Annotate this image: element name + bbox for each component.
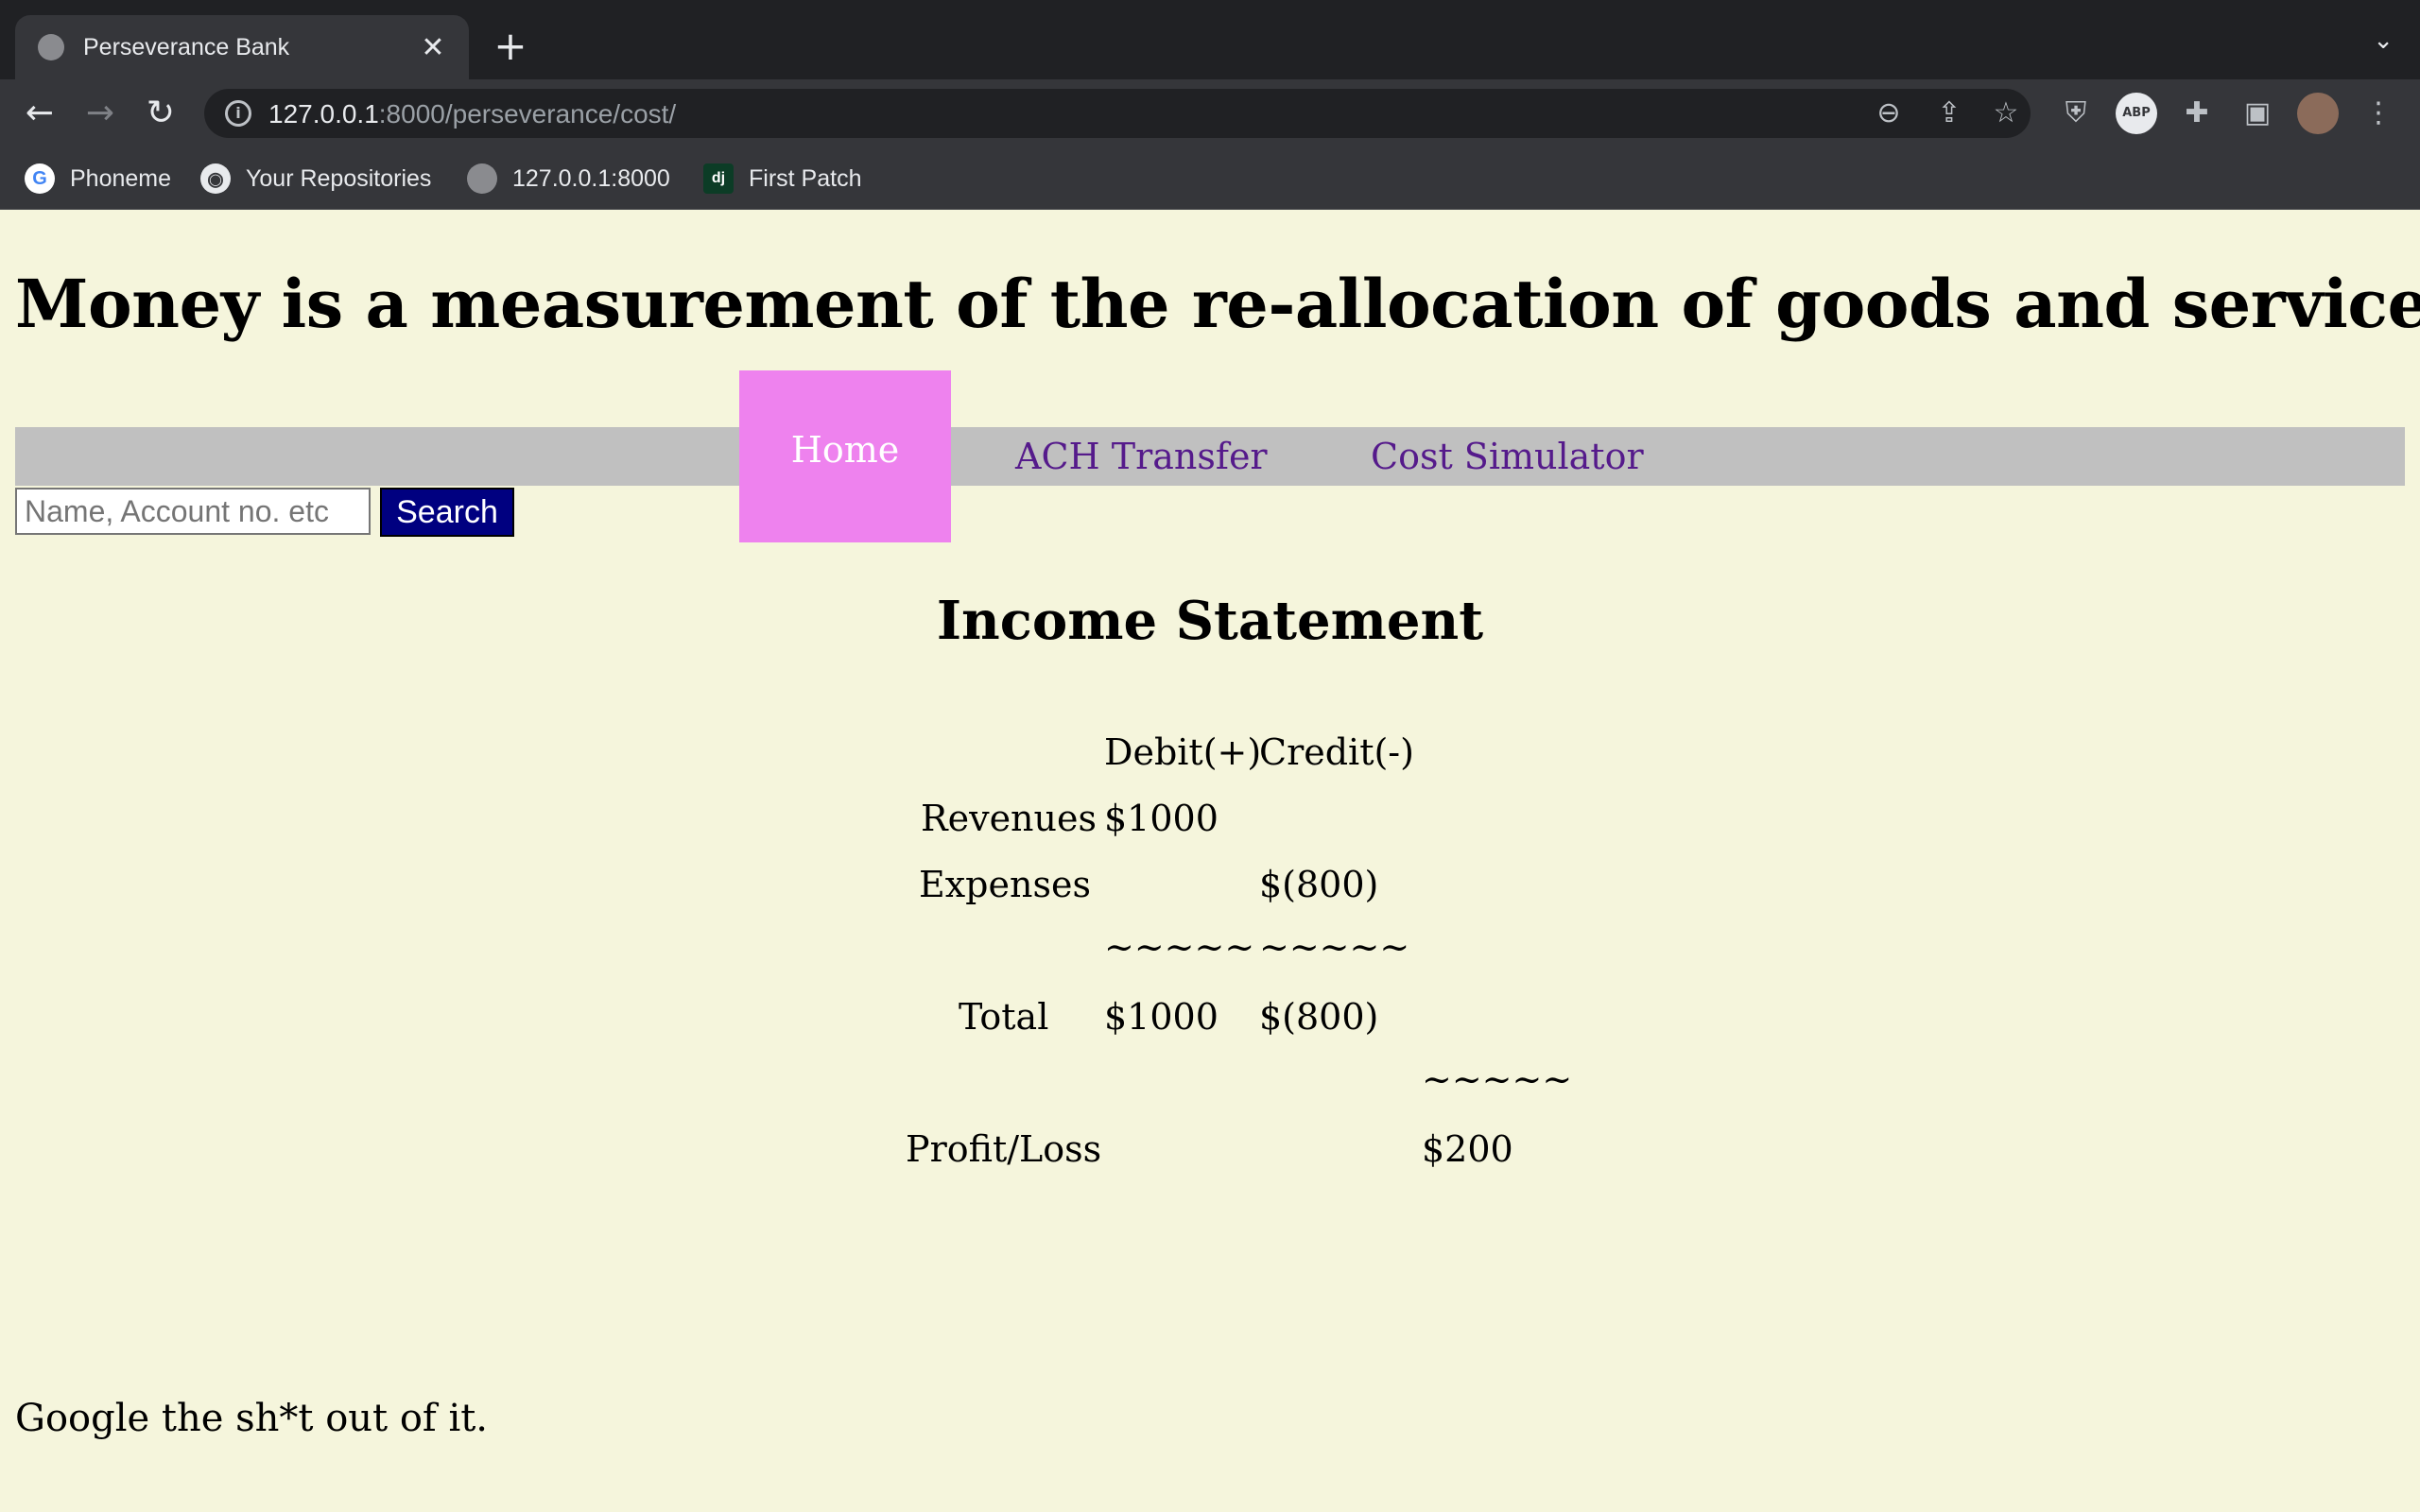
bookmark-label: 127.0.0.1:8000 bbox=[512, 164, 670, 192]
bookmark-first-patch[interactable]: dj First Patch bbox=[703, 161, 861, 197]
bookmarks-bar: G Phoneme ◉ Your Repositories 127.0.0.1:… bbox=[0, 147, 2420, 210]
adblock-icon[interactable]: ABP bbox=[2116, 93, 2157, 134]
globe-icon bbox=[38, 34, 64, 60]
google-icon: G bbox=[25, 163, 55, 194]
new-tab-button[interactable]: + bbox=[492, 23, 529, 70]
page-content: Money is a measurement of the re-allocat… bbox=[0, 210, 2420, 1512]
total-label: Total bbox=[959, 996, 1049, 1038]
debit-separator: ~~~~~ bbox=[1104, 926, 1255, 968]
footer-text: Google the sh*t out of it. bbox=[15, 1397, 489, 1440]
menu-icon[interactable]: ⋮ bbox=[2358, 93, 2399, 134]
tab-title: Perseverance Bank bbox=[83, 33, 290, 60]
close-icon[interactable]: ✕ bbox=[416, 31, 450, 64]
share-icon[interactable]: ⇪ bbox=[1932, 96, 1966, 130]
address-bar[interactable]: i 127.0.0.1:8000/perseverance/cost/ ⊖ ⇪ … bbox=[204, 89, 2031, 138]
bookmark-label: First Patch bbox=[749, 164, 862, 192]
page-headline: Money is a measurement of the re-allocat… bbox=[15, 265, 2420, 343]
bookmark-phoneme[interactable]: G Phoneme bbox=[25, 161, 171, 197]
total-credit: $(800) bbox=[1259, 996, 1379, 1038]
github-icon: ◉ bbox=[200, 163, 231, 194]
extensions-icon[interactable]: ✚ bbox=[2176, 93, 2218, 134]
credit-separator: ~~~~~ bbox=[1259, 926, 1410, 968]
browser-tabstrip: Perseverance Bank ✕ + ⌄ bbox=[0, 0, 2420, 79]
search-button[interactable]: Search bbox=[380, 488, 514, 537]
chevron-down-icon[interactable]: ⌄ bbox=[2373, 26, 2394, 55]
forward-icon[interactable]: → bbox=[79, 93, 121, 134]
bookmark-label: Your Repositories bbox=[246, 164, 432, 192]
statement-title: Income Statement bbox=[936, 590, 1484, 652]
bookmark-label: Phoneme bbox=[70, 164, 172, 192]
debit-header: Debit(+) bbox=[1104, 731, 1262, 773]
nav-home-link[interactable]: Home bbox=[739, 370, 951, 542]
zoom-icon[interactable]: ⊖ bbox=[1872, 96, 1906, 130]
url-text[interactable]: 127.0.0.1:8000/perseverance/cost/ bbox=[268, 99, 676, 129]
expenses-label: Expenses bbox=[919, 864, 1091, 905]
back-icon[interactable]: ← bbox=[19, 93, 60, 134]
star-icon[interactable]: ☆ bbox=[1989, 96, 2023, 130]
reload-icon[interactable]: ↻ bbox=[140, 93, 182, 134]
profit-separator: ~~~~~ bbox=[1422, 1058, 1573, 1100]
profit-loss-label: Profit/Loss bbox=[906, 1128, 1102, 1170]
expenses-credit: $(800) bbox=[1259, 864, 1379, 905]
nav-ach-transfer-link[interactable]: ACH Transfer bbox=[1015, 427, 1268, 486]
total-debit: $1000 bbox=[1104, 996, 1219, 1038]
django-icon: dj bbox=[703, 163, 734, 194]
revenues-label: Revenues bbox=[921, 798, 1097, 839]
bookmark-localhost[interactable]: 127.0.0.1:8000 bbox=[467, 161, 670, 197]
info-icon[interactable]: i bbox=[225, 100, 251, 127]
credit-header: Credit(-) bbox=[1259, 731, 1414, 773]
browser-tab[interactable]: Perseverance Bank ✕ bbox=[15, 15, 469, 79]
profile-avatar[interactable] bbox=[2297, 93, 2339, 134]
bookmark-your-repositories[interactable]: ◉ Your Repositories bbox=[200, 161, 431, 197]
globe-icon bbox=[467, 163, 497, 194]
shield-icon[interactable]: ⛨ bbox=[2055, 93, 2097, 134]
search-input[interactable] bbox=[15, 488, 371, 535]
sidepanel-icon[interactable]: ▣ bbox=[2237, 93, 2278, 134]
revenues-debit: $1000 bbox=[1104, 798, 1219, 839]
profit-loss-value: $200 bbox=[1422, 1128, 1513, 1170]
browser-toolbar: ← → ↻ i 127.0.0.1:8000/perseverance/cost… bbox=[0, 79, 2420, 147]
nav-cost-simulator-link[interactable]: Cost Simulator bbox=[1371, 427, 1644, 486]
